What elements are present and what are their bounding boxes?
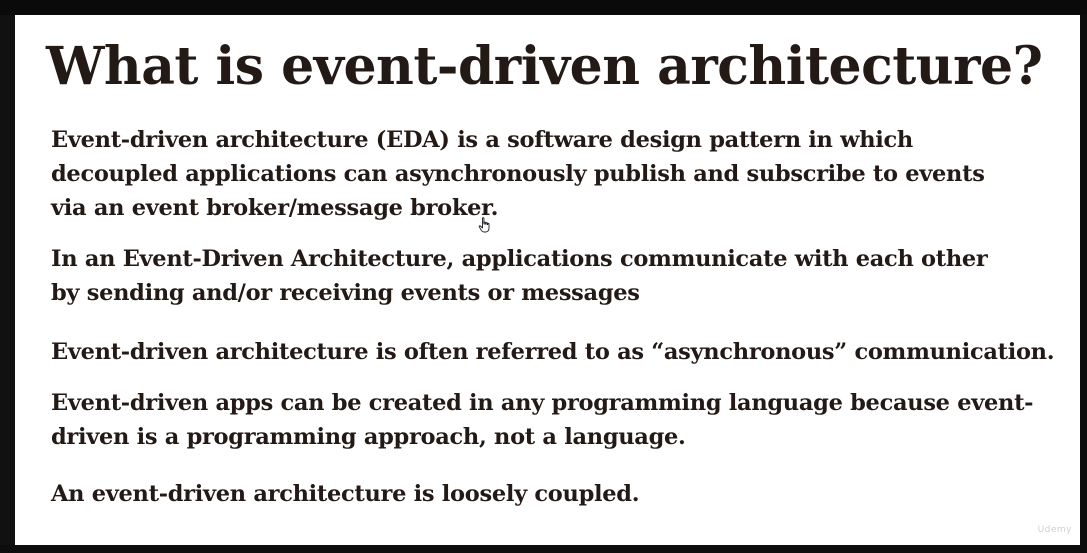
paragraph-line: via an event broker/message broker.	[51, 195, 499, 221]
right-letterbox	[1080, 15, 1087, 553]
bottom-letterbox	[0, 545, 1087, 553]
paragraph-loosely-coupled: An event-driven architecture is loosely …	[51, 477, 640, 511]
hand-pointer-icon	[478, 217, 490, 233]
left-letterbox	[0, 15, 15, 553]
paragraph-any-language: Event-driven apps can be created in any …	[51, 386, 1034, 454]
top-letterbox	[0, 0, 1087, 15]
paragraph-line: In an Event-Driven Architecture, applica…	[51, 246, 988, 272]
presentation-slide: What is event-driven architecture? Event…	[15, 15, 1080, 545]
paragraph-asynchronous: Event-driven architecture is often refer…	[51, 335, 1055, 369]
paragraph-line: An event-driven architecture is loosely …	[51, 481, 640, 507]
paragraph-eda-communication: In an Event-Driven Architecture, applica…	[51, 242, 988, 310]
paragraph-line: Event-driven apps can be created in any …	[51, 390, 1034, 416]
udemy-watermark-logo: Udemy	[1037, 525, 1072, 535]
paragraph-eda-definition: Event-driven architecture (EDA) is a sof…	[51, 123, 985, 225]
paragraph-line: Event-driven architecture (EDA) is a sof…	[51, 127, 913, 153]
paragraph-line: decoupled applications can asynchronousl…	[51, 161, 985, 187]
paragraph-line: driven is a programming approach, not a …	[51, 424, 686, 450]
paragraph-line: Event-driven architecture is often refer…	[51, 339, 1055, 365]
paragraph-line: by sending and/or receiving events or me…	[51, 280, 640, 306]
slide-title: What is event-driven architecture?	[46, 36, 1043, 97]
video-player-viewport[interactable]: What is event-driven architecture? Event…	[0, 0, 1087, 553]
